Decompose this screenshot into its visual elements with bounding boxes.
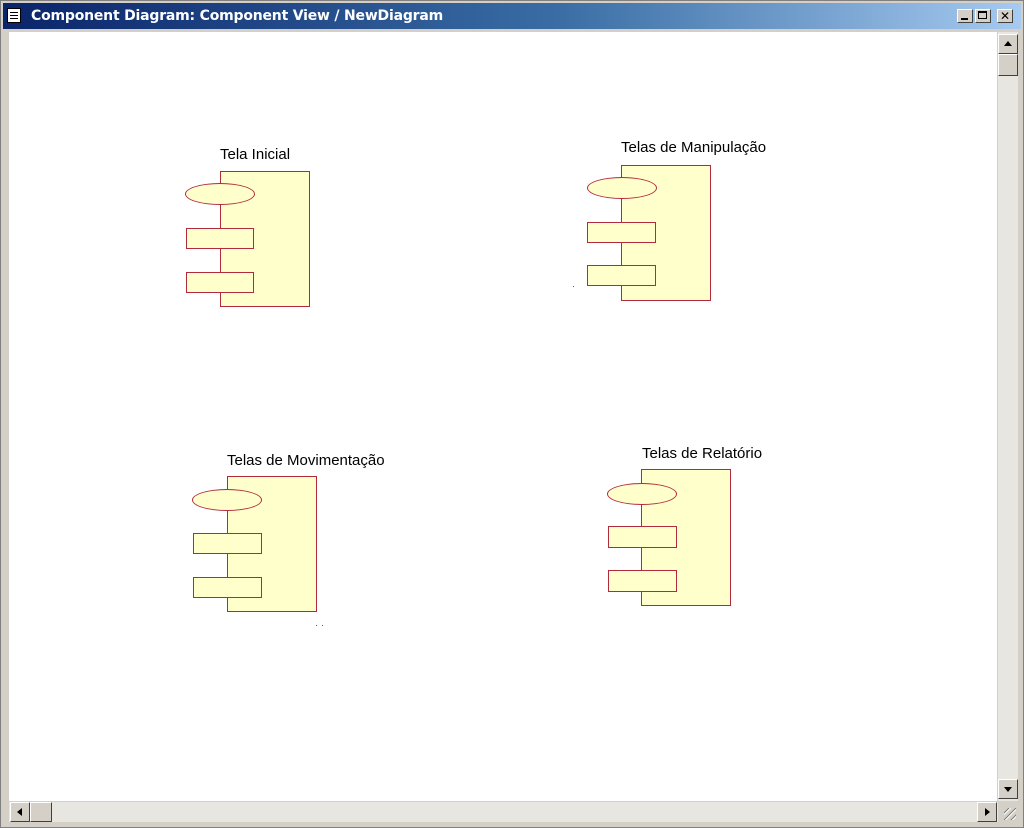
component-interface-ellipse [185, 183, 255, 205]
component-label: Telas de Relatório [642, 445, 763, 462]
scroll-down-button[interactable] [998, 779, 1018, 799]
diagram-icon[interactable] [7, 8, 21, 23]
resize-grip-icon[interactable] [999, 802, 1018, 822]
arrow-up-icon [1004, 41, 1012, 46]
selection-dot [573, 286, 574, 287]
selection-dot [316, 625, 317, 626]
minimize-button[interactable] [957, 9, 973, 23]
component-interface-ellipse [607, 483, 677, 505]
scroll-up-button[interactable] [998, 34, 1018, 54]
component-port-rect [193, 577, 262, 598]
component-interface-ellipse [587, 177, 657, 199]
component-port-rect [186, 228, 254, 249]
component-port-rect [608, 570, 677, 592]
arrow-left-icon [17, 808, 22, 816]
arrow-right-icon [985, 808, 990, 816]
component-label: Telas de Movimentação [227, 452, 385, 469]
component-port-rect [186, 272, 254, 293]
component-port-rect [193, 533, 262, 554]
close-button[interactable]: ✕ [997, 9, 1013, 23]
horizontal-scroll-thumb[interactable] [30, 802, 52, 822]
diagram-window: Component Diagram: Component View / NewD… [0, 0, 1024, 828]
scroll-left-button[interactable] [10, 802, 30, 822]
title-bar[interactable]: Component Diagram: Component View / NewD… [3, 3, 1021, 29]
component-port-rect [587, 265, 656, 286]
component-label: Tela Inicial [220, 146, 291, 163]
maximize-button[interactable] [975, 9, 991, 23]
component-port-rect [587, 222, 656, 243]
scroll-right-button[interactable] [977, 802, 997, 822]
arrow-down-icon [1004, 787, 1012, 792]
vertical-scrollbar[interactable] [998, 32, 1018, 801]
diagram-canvas[interactable]: Tela Inicial Telas de Manipulação Telas … [9, 32, 997, 801]
component-label: Telas de Manipulação [621, 139, 767, 156]
selection-dot [322, 625, 323, 626]
component-port-rect [608, 526, 677, 548]
window-title: Component Diagram: Component View / NewD… [31, 8, 443, 24]
component-interface-ellipse [192, 489, 262, 511]
vertical-scroll-thumb[interactable] [998, 54, 1018, 76]
horizontal-scrollbar[interactable] [9, 802, 998, 822]
